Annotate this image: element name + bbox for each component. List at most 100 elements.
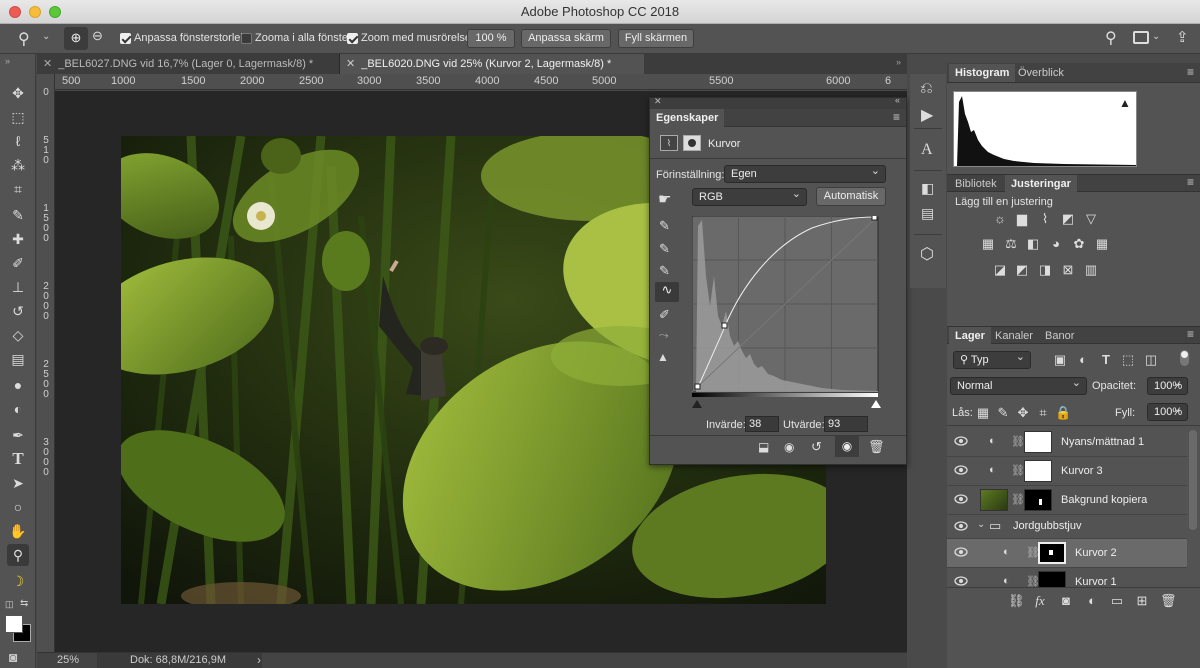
panel-menu-icon[interactable]: ≡: [1187, 65, 1194, 79]
3d-icon[interactable]: ⬡: [920, 244, 934, 264]
eye-icon[interactable]: [954, 436, 968, 446]
photo-filter-icon[interactable]: ◕: [1048, 237, 1064, 251]
threshold-icon[interactable]: ◨: [1037, 263, 1053, 277]
link-icon[interactable]: ⛓: [1011, 493, 1025, 506]
history-icon[interactable]: ⎌: [920, 80, 933, 98]
filter-smart-icon[interactable]: ◫: [1143, 353, 1159, 367]
eyedropper-icon[interactable]: ✎: [7, 204, 29, 226]
color-lookup-icon[interactable]: ▦: [1094, 237, 1110, 251]
zoom-icon[interactable]: ⚲: [18, 29, 30, 49]
healing-icon[interactable]: ✚: [7, 228, 29, 250]
layer-row[interactable]: ◐ ⛓ Kurvor 1: [947, 568, 1187, 588]
zoom-100-button[interactable]: 100 %: [467, 29, 515, 48]
type-icon[interactable]: T: [7, 448, 29, 470]
trash-icon[interactable]: 🗑: [1160, 594, 1177, 608]
tab-histogram[interactable]: Histogram: [949, 64, 1016, 82]
link-icon[interactable]: ⛓: [1011, 464, 1025, 477]
curves-graph[interactable]: [692, 216, 880, 401]
blur-icon[interactable]: ●: [7, 374, 29, 396]
panel-menu-icon[interactable]: ≡: [1187, 327, 1194, 341]
eye-icon[interactable]: [954, 465, 968, 475]
selective-color-icon[interactable]: ⊠: [1060, 263, 1076, 277]
magic-wand-icon[interactable]: ⁂: [7, 154, 29, 176]
preset-dropdown[interactable]: Egen: [724, 163, 886, 183]
layer-mask-thumb[interactable]: [1024, 431, 1052, 453]
warning-icon[interactable]: ▲: [1119, 96, 1131, 110]
new-adjustment-icon[interactable]: ◐: [1084, 594, 1100, 608]
posterize-icon[interactable]: ◩: [1014, 263, 1030, 277]
add-mask-icon[interactable]: ◙: [1058, 594, 1074, 608]
view-previous-icon[interactable]: ◉: [784, 440, 794, 454]
character-icon[interactable]: A: [921, 141, 933, 159]
fill-screen-button[interactable]: Fyll skärmen: [618, 29, 694, 48]
collapse-icon[interactable]: «: [895, 95, 900, 105]
layer-thumb[interactable]: [980, 489, 1008, 511]
zoom-in-icon[interactable]: ⊕: [64, 27, 88, 50]
chevron-down-icon[interactable]: ⌄: [1152, 31, 1160, 42]
filter-toggle[interactable]: [1180, 350, 1189, 366]
layer-mask-thumb[interactable]: [1024, 489, 1052, 511]
fx-icon[interactable]: fx: [1032, 594, 1048, 608]
eye-icon[interactable]: [954, 521, 968, 531]
tab-layers[interactable]: Lager: [949, 327, 991, 345]
link-icon[interactable]: ⛓: [1011, 435, 1025, 448]
fill-field[interactable]: 100%: [1147, 401, 1188, 421]
foreground-color-swatch[interactable]: [5, 615, 23, 633]
layers-scrollbar[interactable]: [1189, 430, 1197, 530]
tab-libraries[interactable]: Bibliotek: [949, 175, 1003, 193]
tab-channels[interactable]: Kanaler: [989, 327, 1039, 345]
eye-icon[interactable]: [954, 494, 968, 504]
zoom-tool-icon[interactable]: ⚲: [7, 544, 29, 566]
chevron-down-icon[interactable]: ⌄: [42, 31, 50, 42]
pencil-icon[interactable]: ✐: [659, 307, 670, 323]
lock-artboard-icon[interactable]: ⌗: [1035, 406, 1051, 420]
trash-icon[interactable]: 🗑: [868, 439, 885, 455]
dodge-icon[interactable]: ◐: [7, 398, 29, 420]
channel-mixer-icon[interactable]: ✿: [1071, 237, 1087, 251]
close-panel-icon[interactable]: ✕: [654, 96, 662, 107]
close-tab-icon[interactable]: ✕: [346, 58, 355, 70]
close-window-button[interactable]: [9, 6, 21, 18]
new-layer-icon[interactable]: ⊞: [1134, 594, 1150, 608]
clipping-warning-icon[interactable]: ▲: [657, 350, 669, 364]
eyedropper-black-icon[interactable]: ✎: [659, 218, 670, 234]
filter-shape-icon[interactable]: ⬚: [1120, 353, 1136, 367]
collapse-icon[interactable]: »: [5, 56, 10, 66]
crop-icon[interactable]: ⌗: [7, 178, 29, 200]
layer-row[interactable]: ◐ ⛓ Kurvor 3: [947, 457, 1187, 486]
tab-properties[interactable]: Egenskaper: [650, 109, 725, 127]
banana-icon[interactable]: ☽: [7, 570, 29, 592]
gradient-icon[interactable]: ▤: [7, 348, 29, 370]
levels-icon[interactable]: ▆: [1014, 212, 1030, 226]
share-icon[interactable]: ⇪: [1176, 28, 1189, 46]
black-point-slider[interactable]: [692, 400, 702, 408]
invert-icon[interactable]: ◪: [992, 263, 1008, 277]
brightness-icon[interactable]: ☼: [992, 212, 1008, 226]
layer-mask-thumb[interactable]: [1038, 542, 1066, 564]
scrubby-zoom-checkbox[interactable]: [347, 33, 358, 44]
notes-icon[interactable]: ▤: [921, 205, 934, 222]
tab-bel6020[interactable]: ✕ _BEL6020.DNG vid 25% (Kurvor 2, Lagerma…: [340, 54, 644, 74]
tab-adjustments[interactable]: Justeringar: [1005, 175, 1077, 193]
actions-play-icon[interactable]: ▶: [921, 105, 933, 125]
zoom-all-checkbox[interactable]: [241, 33, 252, 44]
filter-type-icon[interactable]: T: [1098, 353, 1114, 367]
mask-icon[interactable]: [683, 135, 701, 151]
eye-icon[interactable]: [954, 576, 968, 586]
eyedropper-white-icon[interactable]: ✎: [659, 263, 670, 279]
history-brush-icon[interactable]: ↺: [7, 300, 29, 322]
layer-mask-thumb[interactable]: [1024, 460, 1052, 482]
layer-row-selected[interactable]: ◐ ⛓ Kurvor 2: [947, 539, 1187, 568]
gradient-map-icon[interactable]: ▥: [1083, 263, 1099, 277]
curves-adjust-icon[interactable]: ⌇: [1037, 212, 1053, 226]
workspace-icon[interactable]: [1133, 31, 1149, 44]
tab-bel6027[interactable]: ✕ _BEL6027.DNG vid 16,7% (Lager 0, Lagerm…: [37, 54, 340, 74]
search-icon[interactable]: ⚲: [1105, 28, 1117, 48]
zoom-level[interactable]: 25%: [57, 654, 79, 666]
filter-pixel-icon[interactable]: ▣: [1052, 353, 1068, 367]
exposure-icon[interactable]: ◩: [1060, 212, 1076, 226]
panel-menu-icon[interactable]: ≡: [1187, 175, 1194, 189]
color-balance-icon[interactable]: ⚖: [1003, 237, 1019, 251]
smooth-icon[interactable]: ⤳: [659, 328, 669, 343]
black-white-icon[interactable]: ◧: [1025, 237, 1041, 251]
